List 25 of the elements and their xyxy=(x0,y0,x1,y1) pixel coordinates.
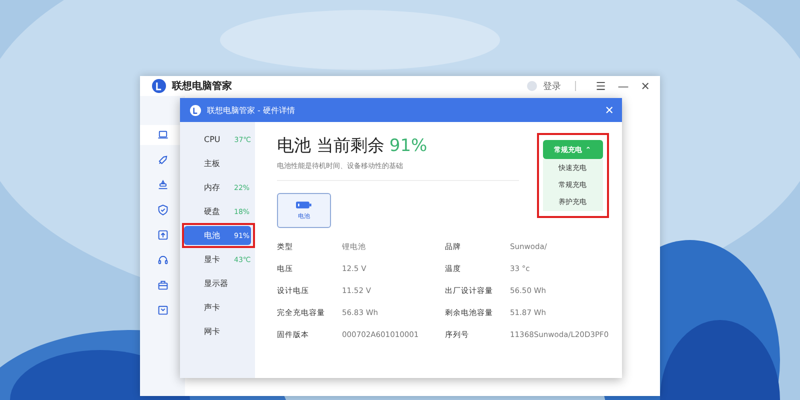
app-name: 联想电脑管家 xyxy=(172,79,232,93)
rocket-icon xyxy=(156,154,168,166)
close-button[interactable]: ✕ xyxy=(640,80,650,92)
heading: 电池 当前剩余 xyxy=(277,135,384,157)
logo-icon xyxy=(190,104,201,116)
sidebar-item[interactable]: 声卡 xyxy=(184,298,251,317)
box-icon xyxy=(156,304,168,316)
sidebar-item[interactable]: 主板 xyxy=(184,154,251,173)
upload-icon xyxy=(156,229,168,241)
stack-icon xyxy=(156,179,168,191)
sidebar-item[interactable]: 显示器 xyxy=(184,274,251,293)
shield-icon xyxy=(156,204,168,216)
sidebar-item[interactable]: 网卡 xyxy=(184,322,251,341)
window-title: 联想电脑管家 - 硬件详情 xyxy=(207,104,295,116)
avatar-icon xyxy=(526,81,537,91)
headset-icon xyxy=(156,254,168,266)
close-button[interactable]: ✕ xyxy=(604,104,614,116)
battery-icon xyxy=(296,200,312,208)
percent-value: 91% xyxy=(389,136,428,156)
menu-button[interactable]: ☰ xyxy=(596,80,606,92)
minimize-button[interactable]: — xyxy=(618,80,629,92)
laptop-icon xyxy=(156,129,168,141)
logo-icon xyxy=(152,79,166,93)
login-link[interactable]: 登录 xyxy=(542,80,561,92)
briefcase-icon xyxy=(156,279,168,291)
